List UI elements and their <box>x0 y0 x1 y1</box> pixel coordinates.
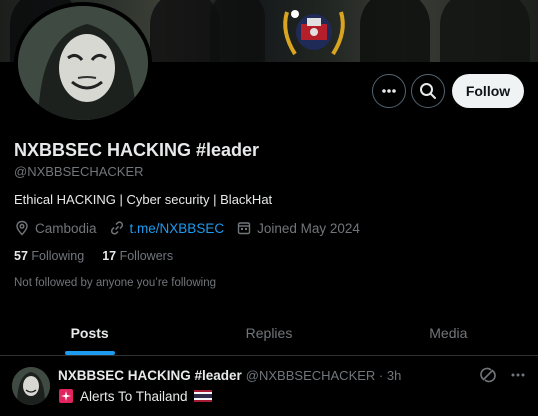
active-tab-indicator <box>64 351 115 355</box>
tweet-avatar[interactable] <box>12 367 50 405</box>
tweet-item[interactable]: NXBBSEC HACKING #leader @NXBBSECHACKER ·… <box>0 357 538 416</box>
calendar-icon <box>237 222 251 235</box>
display-name: NXBBSEC HACKING #leader <box>14 140 260 160</box>
masked-figure-image <box>18 6 148 120</box>
tweet-author-name[interactable]: NXBBSEC HACKING #leader <box>58 368 242 383</box>
profile-bio: Ethical HACKING | Cyber security | Black… <box>14 192 273 207</box>
thailand-flag-icon <box>193 390 212 402</box>
follow-button[interactable]: Follow <box>452 74 524 108</box>
followers-link[interactable]: 17 Followers <box>102 249 173 263</box>
joined-item: Joined May 2024 <box>236 220 360 236</box>
followers-count: 17 <box>102 249 117 263</box>
joined-text: Joined May 2024 <box>257 220 360 236</box>
more-icon <box>382 89 396 93</box>
tab-label: Replies <box>245 324 293 341</box>
banner-figure <box>440 0 530 62</box>
grok-icon <box>480 367 496 383</box>
grok-button[interactable] <box>480 367 496 383</box>
tab-media[interactable]: Media <box>359 310 538 355</box>
tab-replies[interactable]: Replies <box>179 310 358 355</box>
tweet-actions <box>466 367 526 383</box>
search-icon <box>420 83 436 99</box>
masked-figure-image <box>12 367 50 405</box>
tweet-more-button[interactable] <box>510 367 526 383</box>
user-handle: @NXBBSECHACKER <box>14 164 144 179</box>
search-button[interactable] <box>411 74 445 108</box>
following-link[interactable]: 57 Following <box>14 249 84 263</box>
profile-meta: Cambodia t.me/NXBBSEC Joined May 2024 <box>14 220 372 236</box>
location-icon <box>16 220 28 236</box>
profile-avatar[interactable] <box>14 2 152 124</box>
website-item[interactable]: t.me/NXBBSEC <box>109 220 225 236</box>
follow-counts: 57 Following 17 Followers <box>14 249 191 263</box>
not-followed-notice: Not followed by anyone you’re following <box>14 277 217 289</box>
location-item: Cambodia <box>14 220 97 236</box>
following-label: Following <box>31 249 85 263</box>
profile-tabs: Posts Replies Media <box>0 310 538 356</box>
tab-label: Posts <box>70 324 109 341</box>
website-link[interactable]: t.me/NXBBSEC <box>130 221 225 236</box>
more-icon <box>511 373 525 377</box>
more-options-button[interactable] <box>372 74 406 108</box>
followers-label: Followers <box>119 249 174 263</box>
siren-icon <box>59 389 73 403</box>
tweet-text: Alerts To Thailand <box>58 388 212 404</box>
link-icon <box>110 221 123 235</box>
tweet-text-content: Alerts To Thailand <box>80 388 188 404</box>
tab-posts[interactable]: Posts <box>0 310 179 355</box>
emblem-icon <box>283 10 345 56</box>
tweet-handle-time: @NXBBSECHACKER · 3h <box>245 368 402 383</box>
banner-figure <box>360 0 430 62</box>
location-text: Cambodia <box>35 220 97 236</box>
tab-label: Media <box>429 324 468 341</box>
banner-figure <box>210 0 265 62</box>
following-count: 57 <box>14 249 28 263</box>
tweet-header: NXBBSEC HACKING #leader @NXBBSECHACKER ·… <box>58 368 401 383</box>
